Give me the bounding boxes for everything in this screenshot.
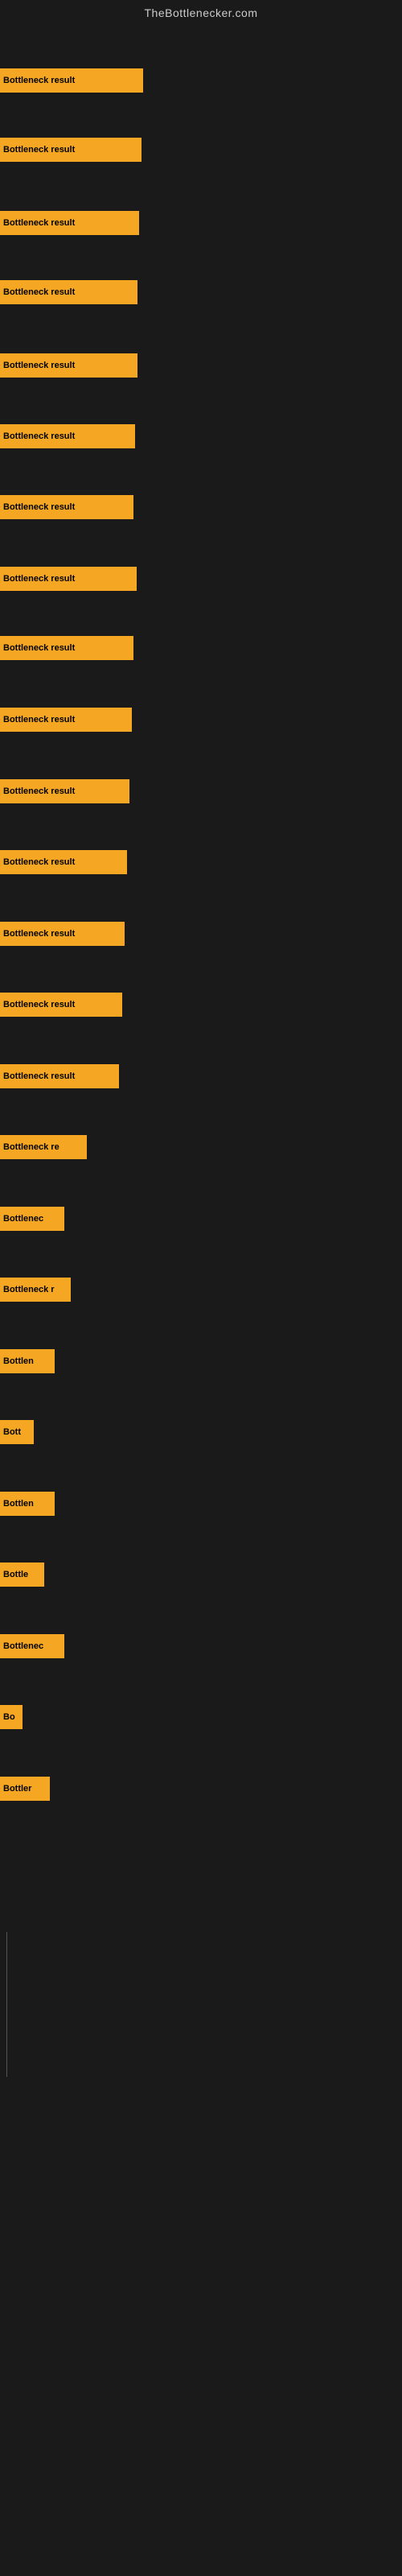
bottleneck-bar-24: Bo: [0, 1705, 23, 1729]
bottleneck-bar-5: Bottleneck result: [0, 353, 137, 378]
bottleneck-bar-4: Bottleneck result: [0, 280, 137, 304]
bottleneck-bar-9: Bottleneck result: [0, 636, 133, 660]
bottleneck-label-11: Bottleneck result: [3, 786, 75, 796]
bottleneck-bar-18: Bottleneck r: [0, 1278, 71, 1302]
site-title: TheBottlenecker.com: [0, 0, 402, 23]
bottleneck-label-25: Bottler: [3, 1784, 31, 1794]
bottleneck-bar-11: Bottleneck result: [0, 779, 129, 803]
bottleneck-bar-25: Bottler: [0, 1777, 50, 1801]
bottleneck-label-24: Bo: [3, 1712, 15, 1722]
bottleneck-label-6: Bottleneck result: [3, 431, 75, 441]
bottleneck-label-17: Bottlenec: [3, 1214, 43, 1224]
bottleneck-bar-14: Bottleneck result: [0, 993, 122, 1017]
bottleneck-label-18: Bottleneck r: [3, 1285, 55, 1294]
bottleneck-bar-17: Bottlenec: [0, 1207, 64, 1231]
bottleneck-bar-21: Bottlen: [0, 1492, 55, 1516]
chart-area: Bottleneck result Bottleneck result Bottle…: [0, 23, 402, 2116]
bottleneck-label-13: Bottleneck result: [3, 929, 75, 939]
bottleneck-label-21: Bottlen: [3, 1499, 34, 1509]
bottleneck-bar-19: Bottlen: [0, 1349, 55, 1373]
bottleneck-bar-23: Bottlenec: [0, 1634, 64, 1658]
bottleneck-label-2: Bottleneck result: [3, 145, 75, 155]
bottleneck-label-12: Bottleneck result: [3, 857, 75, 867]
bottleneck-bar-6: Bottleneck result: [0, 424, 135, 448]
bottleneck-bar-22: Bottle: [0, 1563, 44, 1587]
bottleneck-label-10: Bottleneck result: [3, 715, 75, 724]
bottleneck-label-23: Bottlenec: [3, 1641, 43, 1651]
bottleneck-bar-13: Bottleneck result: [0, 922, 125, 946]
bottleneck-label-14: Bottleneck result: [3, 1000, 75, 1009]
bottleneck-label-8: Bottleneck result: [3, 574, 75, 584]
axis-line: [6, 1932, 7, 2077]
bottleneck-bar-7: Bottleneck result: [0, 495, 133, 519]
bottleneck-bar-8: Bottleneck result: [0, 567, 137, 591]
bottleneck-label-19: Bottlen: [3, 1356, 34, 1366]
bottleneck-label-22: Bottle: [3, 1570, 28, 1579]
bottleneck-bar-2: Bottleneck result: [0, 138, 142, 162]
bottleneck-label-1: Bottleneck result: [3, 76, 75, 85]
bottleneck-bar-1: Bottleneck result: [0, 68, 143, 93]
bottleneck-bar-10: Bottleneck result: [0, 708, 132, 732]
bottleneck-bar-20: Bott: [0, 1420, 34, 1444]
bottleneck-bar-12: Bottleneck result: [0, 850, 127, 874]
bottleneck-bar-16: Bottleneck re: [0, 1135, 87, 1159]
bottleneck-label-4: Bottleneck result: [3, 287, 75, 297]
bottleneck-label-9: Bottleneck result: [3, 643, 75, 653]
bottleneck-bar-15: Bottleneck result: [0, 1064, 119, 1088]
bottleneck-label-5: Bottleneck result: [3, 361, 75, 370]
bottleneck-label-7: Bottleneck result: [3, 502, 75, 512]
bottleneck-label-3: Bottleneck result: [3, 218, 75, 228]
bottleneck-bar-3: Bottleneck result: [0, 211, 139, 235]
bottleneck-label-16: Bottleneck re: [3, 1142, 59, 1152]
bottleneck-label-15: Bottleneck result: [3, 1071, 75, 1081]
bottleneck-label-20: Bott: [3, 1427, 21, 1437]
